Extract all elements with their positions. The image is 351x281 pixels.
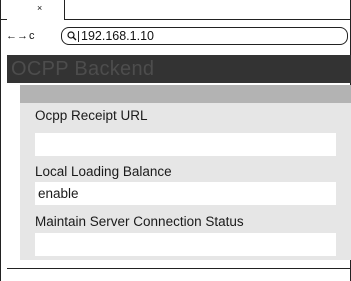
address-bar[interactable]: 192.168.1.10 bbox=[61, 27, 348, 45]
browser-toolbar: ← → c 192.168.1.10 bbox=[1, 24, 351, 50]
text-caret bbox=[78, 31, 79, 42]
ocpp-receipt-url-input[interactable] bbox=[35, 133, 336, 156]
app-header: OCPP Backend bbox=[7, 55, 351, 83]
tab-strip: × bbox=[1, 0, 351, 20]
local-loading-balance-label: Local Loading Balance bbox=[35, 164, 172, 179]
local-loading-balance-input[interactable] bbox=[35, 182, 336, 205]
reload-icon[interactable]: c bbox=[29, 31, 35, 42]
close-icon[interactable]: × bbox=[37, 4, 42, 13]
search-icon bbox=[67, 31, 77, 41]
settings-panel: Ocpp Receipt URL Local Loading Balance M… bbox=[20, 85, 351, 260]
browser-tab[interactable]: × bbox=[7, 0, 65, 20]
forward-arrow-icon[interactable]: → bbox=[17, 31, 28, 42]
maintain-server-connection-status-input[interactable] bbox=[35, 233, 336, 256]
maintain-server-connection-status-label: Maintain Server Connection Status bbox=[35, 214, 244, 229]
window-bottom-border bbox=[7, 268, 351, 269]
address-url[interactable]: 192.168.1.10 bbox=[81, 29, 154, 44]
tab-strip-border bbox=[1, 19, 7, 20]
ocpp-receipt-url-label: Ocpp Receipt URL bbox=[35, 108, 148, 123]
page-title: OCPP Backend bbox=[11, 58, 155, 80]
browser-window: × ← → c 192.168.1.10 OCPP Backend Ocpp R… bbox=[0, 0, 351, 281]
back-arrow-icon[interactable]: ← bbox=[6, 31, 17, 42]
panel-header-band bbox=[20, 85, 351, 103]
tab-strip-border bbox=[65, 19, 351, 20]
